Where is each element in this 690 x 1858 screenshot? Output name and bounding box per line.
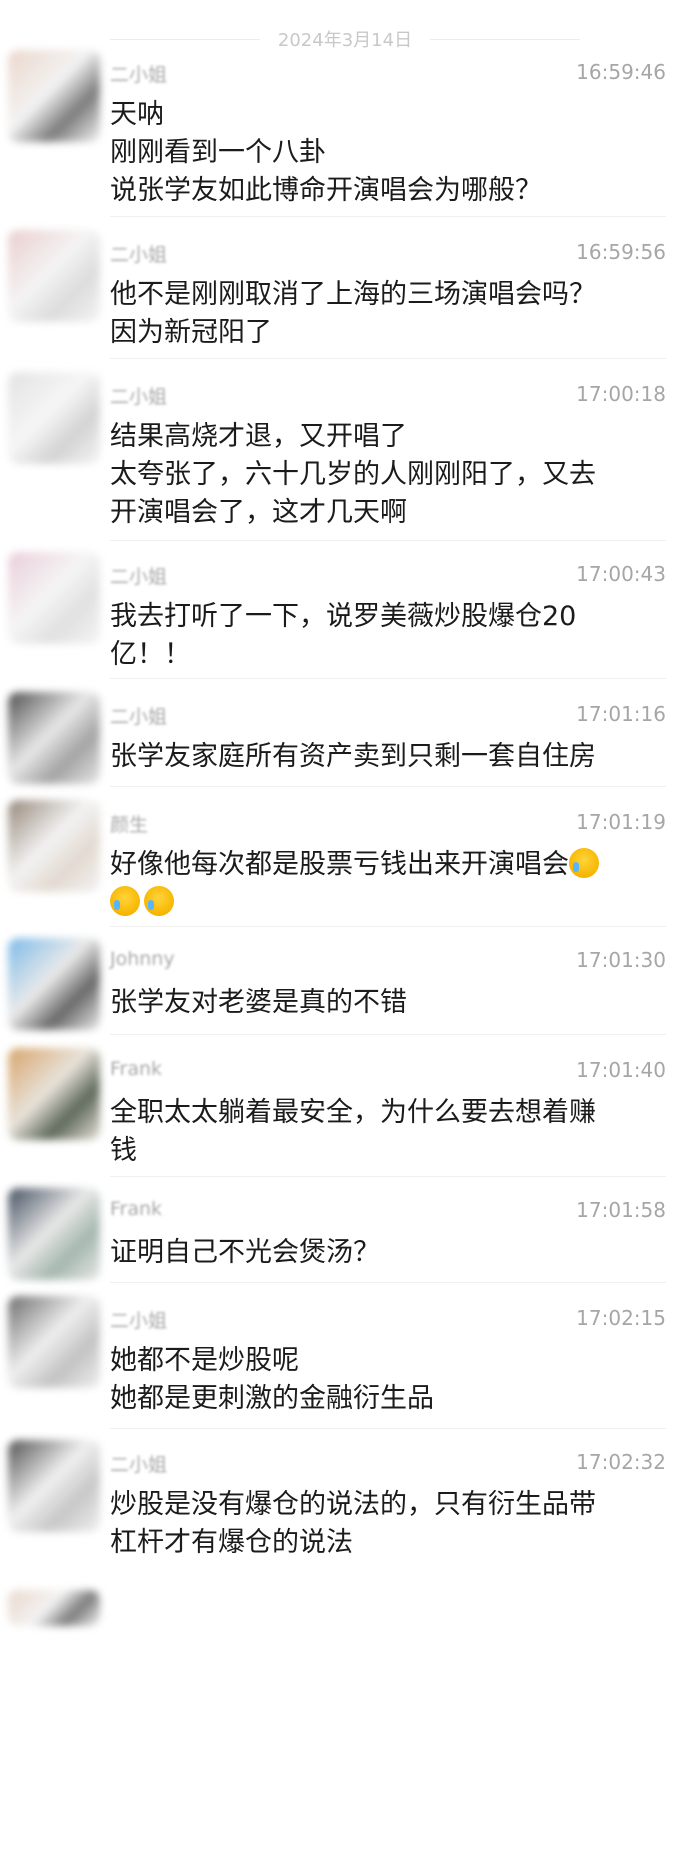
message-time: 17:01:58 bbox=[576, 1198, 666, 1222]
message-line: 好像他每次都是股票亏钱出来开演唱会 bbox=[110, 846, 670, 884]
message-separator bbox=[110, 216, 666, 217]
message-time: 17:01:19 bbox=[576, 810, 666, 834]
avatar[interactable] bbox=[8, 230, 100, 322]
message-body: 张学友对老婆是真的不错 bbox=[110, 984, 670, 1022]
sender-name: 二小姐 bbox=[110, 64, 168, 86]
avatar[interactable] bbox=[8, 1048, 100, 1140]
message-line: 证明自己不光会煲汤？ bbox=[110, 1237, 380, 1268]
avatar[interactable] bbox=[8, 552, 100, 644]
chat-message[interactable]: Johnny 17:01:30 张学友对老婆是真的不错 bbox=[0, 934, 690, 1034]
message-line bbox=[110, 884, 670, 922]
avatar[interactable] bbox=[8, 50, 100, 142]
message-line: 张学友对老婆是真的不错 bbox=[110, 987, 407, 1018]
message-body: 张学友家庭所有资产卖到只剩一套自住房 bbox=[110, 738, 670, 776]
chat-message[interactable]: 二小姐 17:01:16 张学友家庭所有资产卖到只剩一套自住房 bbox=[0, 688, 690, 788]
message-body: 结果高烧才退，又开唱了 太夸张了，六十几岁的人刚刚阳了，又去 开演唱会了，这才几… bbox=[110, 418, 670, 532]
message-separator bbox=[110, 1282, 666, 1283]
chat-message[interactable]: 二小姐 17:02:32 炒股是没有爆仓的说法的，只有衍生品带 杠杆才有爆仓的说… bbox=[0, 1436, 690, 1566]
message-separator bbox=[110, 926, 666, 927]
chat-message-partial bbox=[0, 1590, 690, 1630]
message-line: 她都是更刺激的金融衍生品 bbox=[110, 1383, 434, 1414]
chat-message[interactable]: 二小姐 17:00:18 结果高烧才退，又开唱了 太夸张了，六十几岁的人刚刚阳了… bbox=[0, 368, 690, 538]
message-line: 她都不是炒股呢 bbox=[110, 1345, 299, 1376]
message-time: 17:02:32 bbox=[576, 1450, 666, 1474]
chat-message[interactable]: 二小姐 16:59:56 他不是刚刚取消了上海的三场演唱会吗？ 因为新冠阳了 bbox=[0, 226, 690, 356]
sender-name: 颜生 bbox=[110, 814, 149, 836]
avatar[interactable] bbox=[8, 1188, 100, 1280]
chat-message[interactable]: Frank 17:01:40 全职太太躺着最安全，为什么要去想着赚 钱 bbox=[0, 1044, 690, 1174]
sender-name: 二小姐 bbox=[110, 566, 168, 588]
message-body: 天呐 刚刚看到一个八卦 说张学友如此博命开演唱会为哪般？ bbox=[110, 96, 670, 210]
message-time: 17:01:40 bbox=[576, 1058, 666, 1082]
avatar[interactable] bbox=[8, 1296, 100, 1388]
loudly-crying-emoji-icon bbox=[144, 886, 174, 916]
message-line: 结果高烧才退，又开唱了 bbox=[110, 421, 407, 452]
message-line: 张学友家庭所有资产卖到只剩一套自住房 bbox=[110, 741, 596, 772]
chat-message[interactable]: Frank 17:01:58 证明自己不光会煲汤？ bbox=[0, 1184, 690, 1284]
message-body: 炒股是没有爆仓的说法的，只有衍生品带 杠杆才有爆仓的说法 bbox=[110, 1486, 670, 1562]
chat-message[interactable]: 二小姐 17:00:43 我去打听了一下，说罗美薇炒股爆仓20 亿！！ bbox=[0, 548, 690, 678]
chat-history-page: 2024年3月14日 二小姐 16:59:46 天呐 刚刚看到一个八卦 说张学友… bbox=[0, 0, 690, 1858]
message-separator bbox=[110, 678, 666, 679]
message-separator bbox=[110, 1176, 666, 1177]
avatar[interactable] bbox=[8, 800, 100, 892]
message-body: 我去打听了一下，说罗美薇炒股爆仓20 亿！！ bbox=[110, 598, 670, 674]
sender-name: Frank bbox=[110, 1198, 163, 1220]
message-body: 他不是刚刚取消了上海的三场演唱会吗？ 因为新冠阳了 bbox=[110, 276, 670, 352]
message-line: 炒股是没有爆仓的说法的，只有衍生品带 bbox=[110, 1489, 596, 1520]
message-line: 刚刚看到一个八卦 bbox=[110, 137, 326, 168]
message-time: 17:02:15 bbox=[576, 1306, 666, 1330]
divider-line-right bbox=[430, 39, 580, 40]
loudly-crying-emoji-icon bbox=[110, 886, 140, 916]
message-separator bbox=[110, 1034, 666, 1035]
message-line: 杠杆才有爆仓的说法 bbox=[110, 1527, 353, 1558]
chat-message[interactable]: 二小姐 17:02:15 她都不是炒股呢 她都是更刺激的金融衍生品 bbox=[0, 1292, 690, 1422]
message-time: 17:00:43 bbox=[576, 562, 666, 586]
message-body: 全职太太躺着最安全，为什么要去想着赚 钱 bbox=[110, 1094, 670, 1170]
message-separator bbox=[110, 1428, 666, 1429]
sender-name: 二小姐 bbox=[110, 386, 168, 408]
message-body: 她都不是炒股呢 她都是更刺激的金融衍生品 bbox=[110, 1342, 670, 1418]
message-time: 17:01:16 bbox=[576, 702, 666, 726]
message-separator bbox=[110, 358, 666, 359]
message-time: 17:00:18 bbox=[576, 382, 666, 406]
message-time: 16:59:56 bbox=[576, 240, 666, 264]
sender-name: Frank bbox=[110, 1058, 163, 1080]
message-line: 他不是刚刚取消了上海的三场演唱会吗？ bbox=[110, 279, 596, 310]
loudly-crying-emoji-icon bbox=[569, 848, 599, 878]
message-line: 钱 bbox=[110, 1135, 137, 1166]
sender-name: Johnny bbox=[110, 948, 175, 970]
message-line-text: 好像他每次都是股票亏钱出来开演唱会 bbox=[110, 849, 569, 880]
chat-message[interactable]: 颜生 17:01:19 好像他每次都是股票亏钱出来开演唱会 bbox=[0, 796, 690, 926]
avatar[interactable] bbox=[8, 372, 100, 464]
avatar[interactable] bbox=[8, 692, 100, 784]
avatar[interactable] bbox=[8, 1590, 100, 1626]
message-body: 证明自己不光会煲汤？ bbox=[110, 1234, 670, 1272]
message-line: 全职太太躺着最安全，为什么要去想着赚 bbox=[110, 1097, 596, 1128]
message-time: 16:59:46 bbox=[576, 60, 666, 84]
sender-name: 二小姐 bbox=[110, 706, 168, 728]
message-line: 说张学友如此博命开演唱会为哪般？ bbox=[110, 175, 542, 206]
message-line: 天呐 bbox=[110, 99, 164, 130]
message-line: 太夸张了，六十几岁的人刚刚阳了，又去 bbox=[110, 459, 596, 490]
sender-name: 二小姐 bbox=[110, 1454, 168, 1476]
message-body: 好像他每次都是股票亏钱出来开演唱会 bbox=[110, 846, 670, 922]
avatar[interactable] bbox=[8, 938, 100, 1030]
message-line: 亿！！ bbox=[110, 639, 191, 670]
message-line: 因为新冠阳了 bbox=[110, 317, 272, 348]
chat-message[interactable]: 二小姐 16:59:46 天呐 刚刚看到一个八卦 说张学友如此博命开演唱会为哪般… bbox=[0, 46, 690, 216]
sender-name: 二小姐 bbox=[110, 1310, 168, 1332]
message-line: 开演唱会了，这才几天啊 bbox=[110, 497, 407, 528]
sender-name: 二小姐 bbox=[110, 244, 168, 266]
message-line: 我去打听了一下，说罗美薇炒股爆仓20 bbox=[110, 601, 577, 632]
message-separator bbox=[110, 786, 666, 787]
message-separator bbox=[110, 540, 666, 541]
message-time: 17:01:30 bbox=[576, 948, 666, 972]
avatar[interactable] bbox=[8, 1440, 100, 1532]
